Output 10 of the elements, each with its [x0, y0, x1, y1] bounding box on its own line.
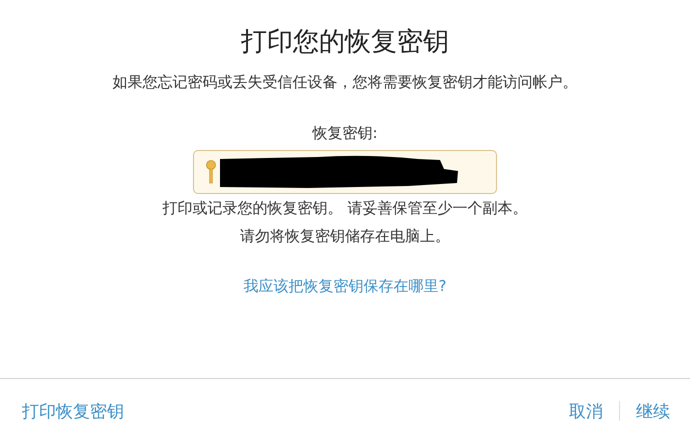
dialog-title: 打印您的恢复密钥: [241, 26, 449, 59]
description-text: 如果您忘记密码或丢失受信任设备，您将需要恢复密钥才能访问帐户。: [112, 72, 578, 92]
key-icon: [206, 160, 216, 184]
print-key-button[interactable]: 打印恢复密钥: [22, 400, 124, 422]
help-link[interactable]: 我应该把恢复密钥保存在哪里?: [244, 276, 446, 296]
instruction-text: 打印或记录您的恢复密钥。 请妥善保管至少一个副本。: [162, 198, 528, 219]
instruction-text: 请勿将恢复密钥储存在电脑上。: [240, 226, 450, 247]
cancel-button[interactable]: 取消: [569, 400, 603, 422]
key-label: 恢复密钥:: [312, 123, 378, 143]
continue-button[interactable]: 继续: [636, 400, 670, 422]
